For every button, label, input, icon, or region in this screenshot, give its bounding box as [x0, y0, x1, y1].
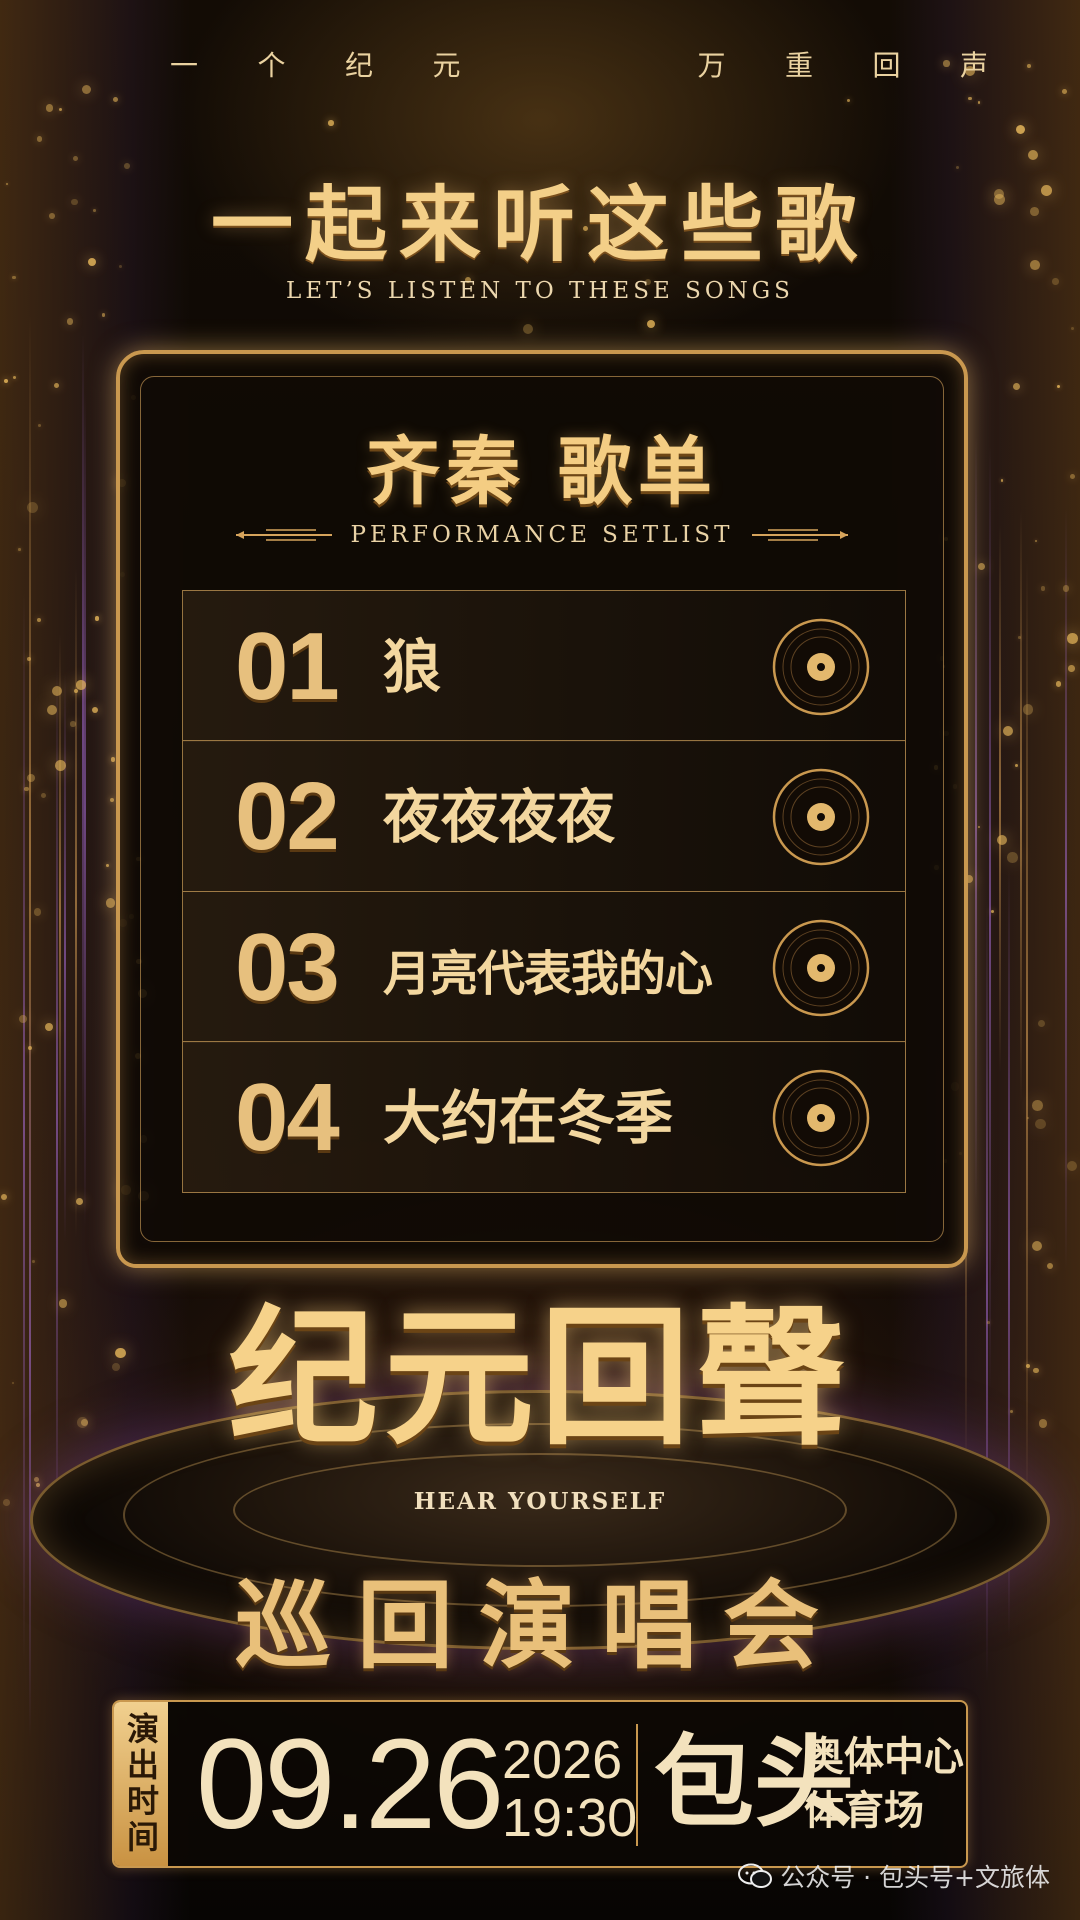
- light-streak: [974, 436, 977, 1207]
- gold-particle: [36, 136, 42, 142]
- light-streak: [74, 567, 77, 1239]
- song-title: 大约在冬季: [383, 1084, 674, 1152]
- song-list: 01 狼 02 夜夜夜夜 03 月亮代表我的心 04 大约在冬季: [182, 589, 906, 1193]
- page-sub-headline: LET’S LISTEN TO THESE SONGS: [286, 278, 794, 304]
- song-title: 夜夜夜夜: [383, 783, 616, 851]
- light-streak: [989, 445, 992, 1392]
- gold-particle: [328, 120, 334, 126]
- vinyl-record-icon: [772, 768, 870, 866]
- light-streak: [83, 390, 86, 1227]
- tagline-char: 纪: [345, 49, 376, 82]
- gold-particle: [58, 107, 62, 112]
- gold-particle: [51, 685, 62, 696]
- song-number: 02: [235, 763, 340, 870]
- gold-particle: [996, 834, 1007, 845]
- tagline: 一 个 纪 元 万 重 回 声: [170, 44, 990, 84]
- gold-particle: [75, 1197, 83, 1206]
- wechat-icon: [738, 1863, 773, 1888]
- vinyl-record-icon: [772, 618, 870, 715]
- gold-particle: [45, 104, 53, 112]
- gold-particle: [1068, 665, 1075, 672]
- gold-particle: [1066, 1160, 1078, 1172]
- gold-particle: [968, 96, 972, 100]
- gold-particle: [105, 864, 109, 868]
- event-year: 2026: [502, 1730, 623, 1790]
- tagline-char: 重: [784, 49, 815, 82]
- song-row[interactable]: 01 狼: [182, 589, 906, 742]
- vinyl-record-icon: [772, 919, 870, 1016]
- gold-particle: [1023, 704, 1034, 715]
- gold-particle: [18, 548, 21, 551]
- setlist-title: 齐秦 歌单: [366, 429, 718, 515]
- gold-particle: [846, 98, 851, 103]
- tagline-char: 个: [257, 49, 288, 82]
- watermark: 公众号 · 包头号+文旅体: [738, 1858, 1050, 1894]
- event-time-label: 演出时间: [114, 1702, 168, 1866]
- gold-particle: [105, 898, 115, 908]
- gold-particle: [18, 1015, 27, 1024]
- tour-name: 巡回演唱会: [235, 1569, 845, 1682]
- watermark-text: 公众号 · 包头号+文旅体: [780, 1863, 1050, 1892]
- gold-particle: [1067, 633, 1078, 644]
- concert-logo-english: HEAR YOURSELF: [413, 1488, 667, 1515]
- tagline-char: 回: [872, 49, 903, 82]
- gold-particle: [1002, 726, 1013, 736]
- gold-particle: [1007, 852, 1018, 863]
- song-row[interactable]: 03 月亮代表我的心: [182, 890, 906, 1043]
- light-streak: [998, 525, 1001, 1073]
- light-streak: [1065, 507, 1068, 1271]
- event-time-label-text: 演出时间: [122, 1712, 160, 1856]
- setlist-subtitle: PERFORMANCE SETLIST: [350, 522, 734, 548]
- vinyl-record-icon: [772, 1069, 870, 1167]
- tagline-char: 元: [432, 49, 463, 82]
- event-venue: 奥体中心 体育场: [804, 1730, 964, 1838]
- gold-particle: [1026, 1116, 1029, 1119]
- gold-particle: [1000, 479, 1004, 482]
- song-row[interactable]: 02 夜夜夜夜: [182, 740, 906, 892]
- song-row[interactable]: 04 大约在冬季: [182, 1041, 906, 1193]
- ornament-right-icon: [751, 529, 848, 541]
- setlist-card: 齐秦 歌单 PERFORMANCE SETLIST 01 狼 02 夜夜夜夜 0…: [116, 350, 968, 1268]
- event-time: 19:30: [502, 1788, 638, 1848]
- gold-particle: [110, 757, 116, 762]
- light-streak: [63, 672, 66, 1242]
- gold-particle: [46, 705, 57, 716]
- gold-particle: [522, 323, 533, 335]
- divider: [636, 1724, 638, 1846]
- light-streak: [1020, 511, 1023, 1104]
- gold-particle: [1062, 88, 1068, 94]
- event-info-bar: 演出时间 09.26 2026 19:30 包头 奥体中心 体育场: [112, 1700, 968, 1868]
- gold-particle: [94, 615, 100, 621]
- song-number: 01: [235, 612, 340, 720]
- gold-particle: [1055, 681, 1062, 687]
- song-number: 03: [235, 913, 340, 1021]
- gold-particle: [27, 501, 39, 513]
- tagline-char: 声: [959, 49, 990, 82]
- gold-particle: [101, 312, 106, 317]
- gold-particle: [76, 680, 86, 690]
- light-streak: [58, 634, 61, 1182]
- gold-particle: [26, 773, 36, 783]
- gold-particle: [647, 320, 656, 329]
- tagline-char: 一: [170, 49, 201, 82]
- song-title: 狼: [383, 632, 442, 701]
- gold-particle: [1032, 1100, 1043, 1111]
- gold-particle: [1062, 584, 1070, 592]
- ornament-left-icon: [236, 529, 333, 541]
- song-title: 月亮代表我的心: [383, 945, 713, 1002]
- venue-line: 体育场: [804, 1788, 924, 1834]
- concert-logo: 纪元回聲: [227, 1290, 852, 1466]
- page-headline: 一起来听这些歌: [210, 177, 869, 273]
- gold-particle: [12, 375, 17, 379]
- tagline-char: 万: [697, 49, 728, 82]
- setlist-subtitle-row: PERFORMANCE SETLIST: [120, 522, 964, 548]
- gold-particle: [70, 721, 76, 727]
- event-date: 09.26: [196, 1713, 504, 1856]
- gold-particle: [66, 318, 74, 325]
- gold-particle: [44, 1022, 53, 1032]
- song-number: 04: [235, 1064, 340, 1171]
- venue-line: 奥体中心: [804, 1734, 964, 1780]
